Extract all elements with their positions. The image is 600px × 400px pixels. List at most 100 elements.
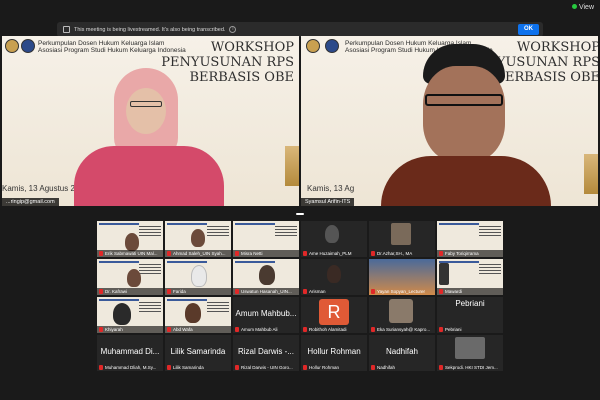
avatar: R bbox=[319, 299, 349, 325]
livestream-notice: This meeting is being livestreamed. It's… bbox=[57, 22, 543, 37]
participant-face bbox=[389, 299, 413, 323]
participant-label: Mawardi bbox=[437, 287, 503, 295]
participant-tile[interactable]: Ame Huzaimah_PLM bbox=[301, 221, 367, 257]
participant-name-tag: ...ringip@gmail.com bbox=[2, 198, 59, 206]
mic-muted-icon bbox=[439, 251, 443, 256]
participant-name: Erik Sabmawati UIN Mal... bbox=[105, 250, 158, 256]
participant-tile[interactable]: Dr.Azhar,SH., MA bbox=[369, 221, 435, 257]
mic-muted-icon bbox=[303, 251, 307, 256]
slide-header bbox=[167, 299, 207, 301]
participant-label: Erik Sabmawati UIN Mal... bbox=[97, 249, 163, 257]
participant-name: Rizal Darwis - UIN Goro... bbox=[241, 364, 293, 370]
participant-name: Dr.Azhar,SH., MA bbox=[377, 250, 413, 256]
mic-muted-icon bbox=[167, 365, 171, 370]
event-date: Kamis, 13 Ag bbox=[307, 184, 355, 193]
participant-tile[interactable]: Erik Sabmawati UIN Mal... bbox=[97, 221, 163, 257]
participant-name: Sekprodi. HKI STDI Jem... bbox=[445, 364, 498, 370]
participant-name: Eka Suriansyah@ Kapro... bbox=[377, 326, 431, 332]
participant-name: Amum Mahbub Ali bbox=[241, 326, 278, 332]
participant-name: Hollur Rohman bbox=[309, 364, 340, 370]
participant-name: ...ringip@gmail.com bbox=[6, 199, 55, 205]
slide-text bbox=[139, 264, 161, 274]
slide-header bbox=[99, 299, 139, 301]
participant-label: Uswatun Hasanah_UIN... bbox=[233, 287, 299, 295]
participant-tile[interactable]: Muhammad Di... Muhammad Dliah, M.Sy... bbox=[97, 335, 163, 371]
org-logo-icon bbox=[306, 39, 320, 53]
participant-tile[interactable]: Sekprodi. HKI STDI Jem... bbox=[437, 335, 503, 371]
slide-text bbox=[275, 226, 297, 236]
participant-tile[interactable]: Dr. Kafrawi bbox=[97, 259, 163, 295]
participant-face bbox=[391, 223, 411, 245]
participant-tile[interactable]: Misra Netti bbox=[233, 221, 299, 257]
participant-face bbox=[325, 225, 339, 243]
participant-tile[interactable]: Rizal Darwis -... Rizal Darwis - UIN Goro… bbox=[233, 335, 299, 371]
slide-text bbox=[139, 226, 161, 236]
participant-tile[interactable]: Farida bbox=[165, 259, 231, 295]
participant-display-name: Hollur Rohman bbox=[307, 347, 361, 356]
participant-name: Nadhifah bbox=[377, 364, 396, 370]
org-line-1: Perkumpulan Dosen Hukum Keluarga Islam bbox=[38, 40, 165, 47]
participant-label: Hollur Rohman bbox=[301, 364, 367, 371]
participant-tile[interactable]: Amum Mahbub... Amum Mahbub Ali bbox=[233, 297, 299, 333]
participant-tile[interactable]: Pebriani Pebriani bbox=[437, 297, 503, 333]
slide-text bbox=[479, 226, 501, 236]
participant-name: Khiyarah bbox=[105, 326, 123, 332]
view-button[interactable]: View bbox=[571, 4, 594, 11]
ok-button[interactable]: OK bbox=[518, 24, 539, 35]
participant-tile[interactable]: Arisman bbox=[301, 259, 367, 295]
participant-label: Amum Mahbub Ali bbox=[233, 326, 299, 333]
participant-tile[interactable]: Mawardi bbox=[437, 259, 503, 295]
mic-muted-icon bbox=[303, 289, 307, 294]
mic-muted-icon bbox=[371, 289, 375, 294]
participant-face bbox=[113, 303, 131, 325]
participant-tile[interactable]: Abd Wafa bbox=[165, 297, 231, 333]
mic-muted-icon bbox=[167, 251, 171, 256]
participant-face bbox=[455, 337, 485, 359]
slide-text bbox=[207, 226, 229, 236]
participant-tile[interactable]: R Robithoh Alamitadi bbox=[301, 297, 367, 333]
participant-label: Sekprodi. HKI STDI Jem... bbox=[437, 364, 503, 371]
view-dot-icon bbox=[571, 4, 577, 9]
participant-label: Dr.Azhar,SH., MA bbox=[369, 250, 435, 257]
participant-label: Khiyarah bbox=[97, 325, 163, 333]
slide-header bbox=[235, 261, 275, 263]
participant-tile[interactable]: Faby Toriqirrama bbox=[437, 221, 503, 257]
mic-muted-icon bbox=[99, 289, 103, 294]
mic-muted-icon bbox=[371, 365, 375, 370]
mic-muted-icon bbox=[371, 251, 375, 256]
mic-muted-icon bbox=[303, 327, 307, 332]
gold-strip bbox=[584, 154, 598, 194]
participant-label: Yayan Sopyan_Lecturer bbox=[369, 288, 435, 295]
participant-tile[interactable]: Yayan Sopyan_Lecturer bbox=[369, 259, 435, 295]
mic-muted-icon bbox=[99, 251, 103, 256]
mic-muted-icon bbox=[99, 327, 103, 332]
speaker-video-left[interactable]: Perkumpulan Dosen Hukum Keluarga Islam A… bbox=[2, 36, 299, 206]
org-logo-icon bbox=[325, 39, 339, 53]
participant-display-name: Lilik Samarinda bbox=[170, 347, 226, 356]
resize-handle[interactable] bbox=[296, 213, 304, 215]
participant-label: Lilik Samarinda bbox=[165, 364, 231, 371]
info-icon[interactable]: i bbox=[229, 26, 237, 33]
participant-tile[interactable]: Eka Suriansyah@ Kapro... bbox=[369, 297, 435, 333]
participant-tile[interactable]: Lilik Samarinda Lilik Samarinda bbox=[165, 335, 231, 371]
participant-tile[interactable]: Uswatun Hasanah_UIN... bbox=[233, 259, 299, 295]
participant-tile[interactable]: Khiyarah bbox=[97, 297, 163, 333]
window-top-bar: View bbox=[0, 0, 600, 22]
slide-header bbox=[99, 261, 139, 263]
participant-tile[interactable]: Hollur Rohman Hollur Rohman bbox=[301, 335, 367, 371]
participant-face bbox=[439, 263, 449, 285]
speaker-video-right[interactable]: Perkumpulan Dosen Hukum Keluarga Islam A… bbox=[301, 36, 598, 206]
participant-tile[interactable]: Ahmad Saleh_UIN Syah... bbox=[165, 221, 231, 257]
mic-muted-icon bbox=[371, 327, 375, 332]
participant-face bbox=[259, 265, 275, 285]
participant-label: Muhammad Dliah, M.Sy... bbox=[97, 364, 163, 371]
participant-label: Ame Huzaimah_PLM bbox=[301, 250, 367, 257]
participant-name: Ahmad Saleh_UIN Syah... bbox=[173, 250, 226, 256]
participant-label: Dr. Kafrawi bbox=[97, 287, 163, 295]
participant-name: Uswatun Hasanah_UIN... bbox=[241, 288, 292, 294]
participant-label: Misra Netti bbox=[233, 249, 299, 257]
mic-muted-icon bbox=[303, 365, 307, 370]
participant-tile[interactable]: Nadhifah Nadhifah bbox=[369, 335, 435, 371]
event-date: Kamis, 13 Agustus 20 bbox=[2, 184, 80, 193]
gold-strip bbox=[285, 146, 299, 186]
